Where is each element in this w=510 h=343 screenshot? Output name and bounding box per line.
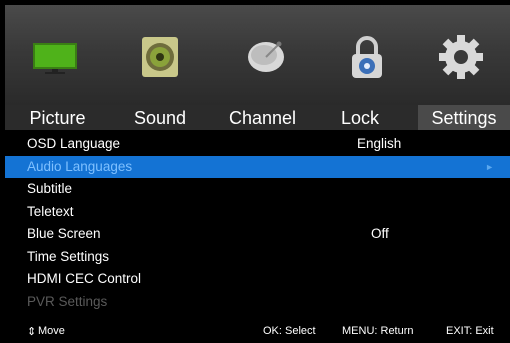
menu-item-hdmi-cec-control[interactable]: HDMI CEC Control bbox=[5, 268, 510, 291]
menu-item-label: Time Settings bbox=[27, 248, 110, 264]
menu-item-audio-languages[interactable]: Audio Languages ► bbox=[5, 155, 510, 178]
gear-settings-icon[interactable] bbox=[431, 27, 491, 87]
menu-item-time-settings[interactable]: Time Settings bbox=[5, 246, 510, 269]
tab-sound[interactable]: Sound bbox=[115, 105, 205, 130]
tab-picture[interactable]: Picture bbox=[5, 105, 110, 130]
menu-item-label: Teletext bbox=[27, 203, 74, 219]
tab-lock[interactable]: Lock bbox=[320, 105, 400, 130]
settings-menu-list: OSD Language English Audio Languages ► S… bbox=[5, 133, 510, 313]
hint-exit: EXIT: Exit bbox=[446, 325, 494, 337]
updown-arrows-icon: ⇕ bbox=[27, 326, 37, 338]
menu-item-value: Off bbox=[371, 226, 389, 241]
menu-item-value: English bbox=[357, 136, 402, 151]
menu-item-label: Subtitle bbox=[27, 181, 73, 196]
menu-item-subtitle[interactable]: Subtitle bbox=[5, 178, 510, 201]
category-icon-bar bbox=[5, 5, 510, 105]
chevron-right-icon: ► bbox=[485, 161, 494, 172]
tab-settings[interactable]: Settings bbox=[418, 105, 510, 130]
hint-ok-select: OK: Select bbox=[263, 325, 316, 337]
padlock-lock-icon[interactable] bbox=[337, 27, 397, 87]
menu-item-label: Audio Languages bbox=[27, 158, 133, 174]
satellite-dish-channel-icon[interactable] bbox=[238, 27, 298, 87]
menu-item-label: PVR Settings bbox=[27, 293, 108, 309]
menu-item-pvr-settings: PVR Settings bbox=[5, 291, 510, 314]
tab-channel[interactable]: Channel bbox=[215, 105, 310, 130]
hint-menu-return: MENU: Return bbox=[342, 325, 414, 337]
hint-move: Move bbox=[38, 325, 65, 337]
tv-settings-screen: Picture Sound Channel Lock Settings OSD … bbox=[0, 0, 510, 343]
key-hint-footer: ⇕ Move OK: Select MENU: Return EXIT: Exi… bbox=[5, 320, 510, 343]
menu-item-label: HDMI CEC Control bbox=[27, 271, 142, 286]
menu-item-teletext[interactable]: Teletext bbox=[5, 201, 510, 224]
menu-item-label: OSD Language bbox=[27, 136, 121, 151]
tv-picture-icon[interactable] bbox=[25, 27, 85, 87]
speaker-sound-icon[interactable] bbox=[130, 27, 190, 87]
category-tabs: Picture Sound Channel Lock Settings bbox=[5, 105, 510, 130]
menu-item-label: Blue Screen bbox=[27, 226, 101, 241]
menu-item-osd-language[interactable]: OSD Language English bbox=[5, 133, 510, 156]
menu-item-blue-screen[interactable]: Blue Screen Off bbox=[5, 223, 510, 246]
